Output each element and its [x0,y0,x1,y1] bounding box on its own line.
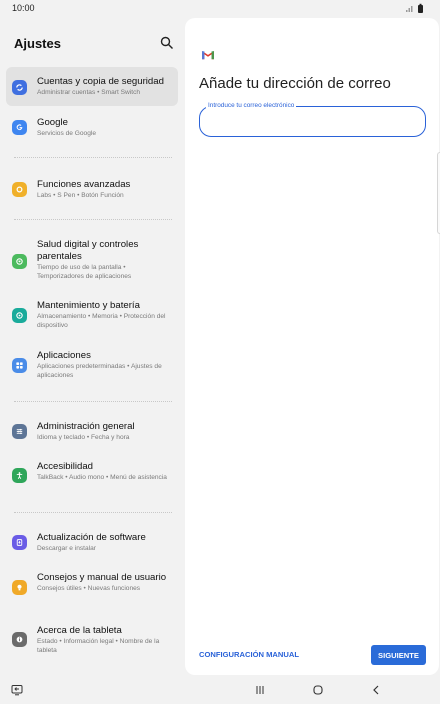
settings-item-title: Mantenimiento y batería [37,300,140,311]
settings-item-subtitle: Servicios de Google [37,130,97,137]
settings-item-title: Accesibilidad [37,461,93,472]
settings-item-title: Salud digital y controles parentales [37,239,139,262]
settings-item-title: Acerca de la tableta [37,625,122,636]
search-icon[interactable] [160,36,174,50]
email-field-label: Introduce tu correo electrónico [206,102,297,109]
status-time: 10:00 [12,3,35,13]
email-field[interactable]: Introduce tu correo electrónico [199,102,426,137]
settings-item-title: Cuentas y copia de seguridad [37,76,164,87]
settings-item-accessibility[interactable]: Accesibilidad TalkBack • Audio mono • Me… [6,458,178,498]
settings-item-subtitle: TalkBack • Audio mono • Menú de asistenc… [37,474,167,481]
battery-icon [12,308,27,323]
settings-item-about-tablet[interactable]: Acerca de la tableta Estado • Informació… [6,622,178,662]
settings-item-subtitle: Labs • S Pen • Botón Función [37,192,124,199]
settings-item-software-update[interactable]: Actualización de software Descargar e in… [6,529,178,559]
recent-apps-icon[interactable] [252,682,268,698]
gmail-logo-icon [201,50,215,60]
sliders-icon [12,424,27,439]
settings-item-title: Administración general [37,421,135,432]
sync-icon [12,80,27,95]
settings-item-subtitle: Tiempo de uso de la pantalla • Temporiza… [37,264,132,280]
settings-item-device-care[interactable]: Mantenimiento y batería Almacenamiento •… [6,298,178,338]
star-icon [12,182,27,197]
navigation-bar [0,676,440,704]
settings-item-title: Aplicaciones [37,350,91,361]
divider [14,157,172,158]
settings-item-subtitle: Estado • Información legal • Nombre de l… [37,638,160,654]
status-bar: 10:00 [0,0,440,16]
settings-item-subtitle: Idioma y teclado • Fecha y hora [37,434,130,441]
manual-setup-button[interactable]: CONFIGURACIÓN MANUAL [199,650,299,659]
settings-item-accounts[interactable]: Cuentas y copia de seguridad Administrar… [6,67,178,106]
settings-item-title: Funciones avanzadas [37,179,131,190]
heart-icon [12,254,27,269]
keyboard-switch-icon[interactable] [9,682,25,698]
signal-battery-icon [406,3,423,13]
gmail-add-account-panel: Añade tu dirección de correo Introduce t… [185,18,439,675]
home-icon[interactable] [310,682,326,698]
settings-item-subtitle: Administrar cuentas • Smart Switch [37,89,141,96]
back-icon[interactable] [368,682,384,698]
next-button[interactable]: SIGUIENTE [371,645,426,665]
settings-item-subtitle: Consejos útiles • Nuevas funciones [37,585,141,592]
settings-item-title: Consejos y manual de usuario [37,572,167,583]
settings-item-subtitle: Almacenamiento • Memoria • Protección de… [37,313,166,329]
settings-item-digital-wellbeing[interactable]: Salud digital y controles parentales Tie… [6,237,178,287]
settings-item-tips[interactable]: Consejos y manual de usuario Consejos út… [6,570,178,610]
bulb-icon [12,580,27,595]
settings-title: Ajustes [14,36,61,51]
divider [14,401,172,402]
settings-item-google[interactable]: Google Servicios de Google [6,112,178,144]
apps-icon [12,358,27,373]
settings-panel: Ajustes Cuentas y copia de seguridad Adm… [0,16,185,676]
update-icon [12,535,27,550]
divider [14,219,172,220]
settings-item-title: Actualización de software [37,532,146,543]
google-icon [12,120,27,135]
settings-item-general-management[interactable]: Administración general Idioma y teclado … [6,418,178,448]
settings-item-title: Google [37,117,68,128]
settings-item-subtitle: Aplicaciones predeterminadas • Ajustes d… [37,363,162,379]
settings-item-subtitle: Descargar e instalar [37,545,97,552]
accessibility-icon [12,468,27,483]
page-title: Añade tu dirección de correo [199,75,391,92]
divider [14,512,172,513]
settings-item-apps[interactable]: Aplicaciones Aplicaciones predeterminada… [6,348,178,388]
settings-item-advanced[interactable]: Funciones avanzadas Labs • S Pen • Botón… [6,174,178,206]
info-icon [12,632,27,647]
